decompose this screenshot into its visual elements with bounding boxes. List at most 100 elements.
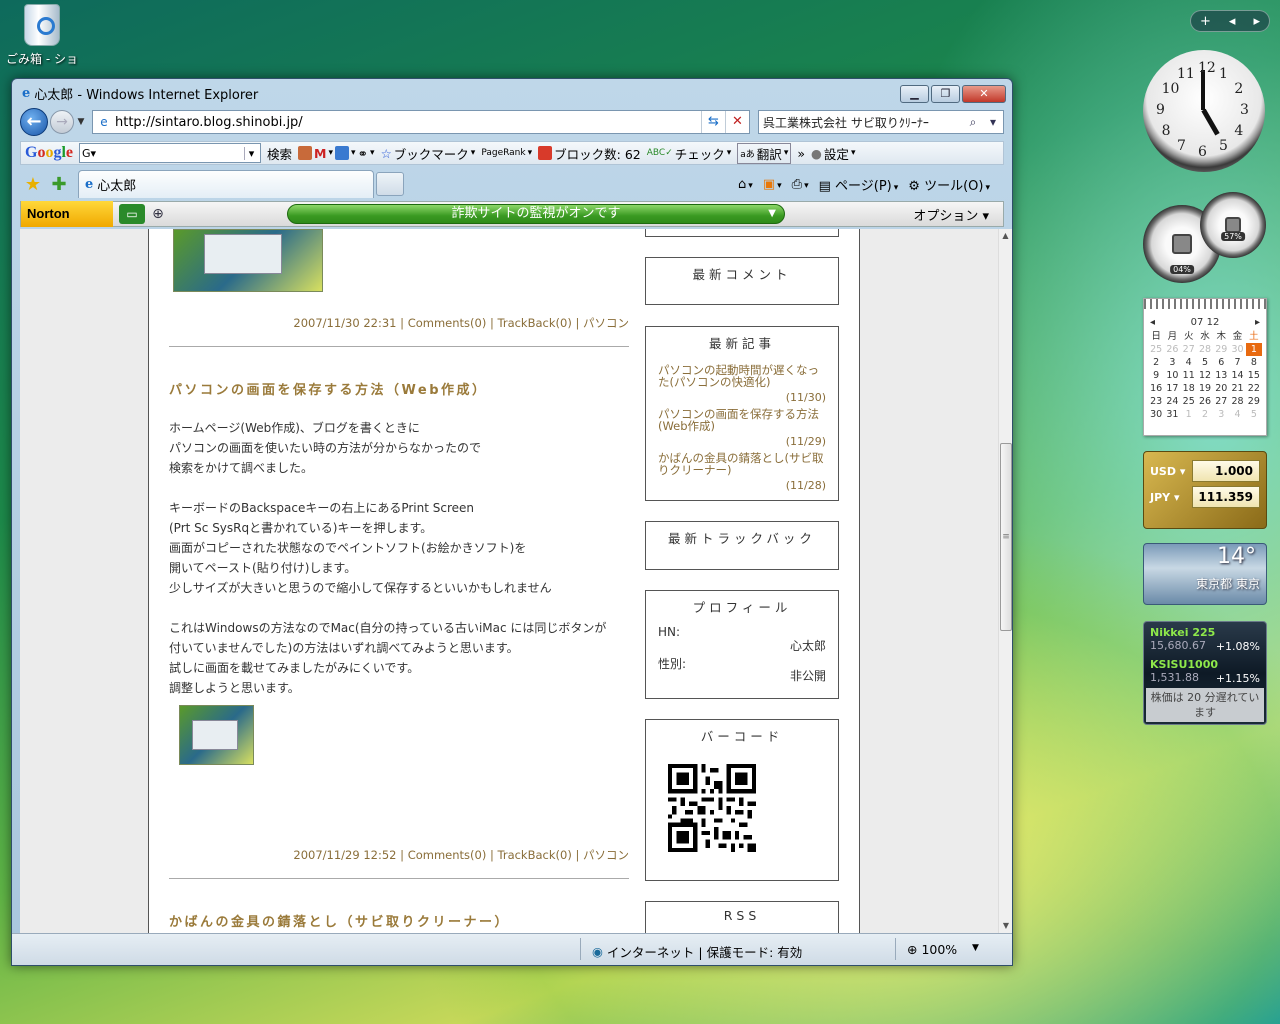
cal-prev-icon[interactable]: ◂ bbox=[1150, 317, 1155, 328]
trackback-link[interactable]: TrackBack(0) bbox=[498, 316, 572, 330]
add-gadget-icon[interactable]: + bbox=[1200, 14, 1211, 29]
search-input[interactable]: 呉工業株式会社 サビ取りｸﾘｰﾅｰ bbox=[763, 114, 963, 131]
cal-day[interactable]: 19 bbox=[1197, 382, 1213, 395]
refresh-button[interactable]: ⇆ bbox=[701, 111, 725, 133]
search-icon[interactable]: ⌕ bbox=[963, 115, 983, 130]
news-icon[interactable] bbox=[298, 146, 313, 160]
tools-menu[interactable]: ⚙ ツール(O) ▾ bbox=[908, 175, 990, 194]
cal-day[interactable]: 28 bbox=[1229, 395, 1245, 408]
cal-day[interactable]: 29 bbox=[1213, 343, 1229, 356]
scroll-thumb[interactable]: ≡ bbox=[1000, 443, 1012, 631]
stocks-gadget[interactable]: Nikkei 225 15,680.67 +1.08% KSISU1000 1,… bbox=[1143, 621, 1267, 725]
cal-day[interactable]: 7 bbox=[1229, 356, 1245, 369]
title-bar[interactable]: e 心太郎 - Windows Internet Explorer bbox=[12, 79, 1012, 107]
cal-day[interactable]: 27 bbox=[1181, 343, 1197, 356]
cal-day[interactable]: 25 bbox=[1181, 395, 1197, 408]
cal-day[interactable]: 9 bbox=[1148, 369, 1164, 382]
cal-day[interactable]: 17 bbox=[1164, 382, 1180, 395]
home-icon[interactable]: ⌂ ▾ bbox=[738, 177, 753, 192]
cal-day[interactable]: 25 bbox=[1148, 343, 1164, 356]
cal-day[interactable]: 6 bbox=[1213, 356, 1229, 369]
zoom-level[interactable]: ⊕ 100% bbox=[907, 942, 957, 957]
scroll-up-icon[interactable]: ▲ bbox=[999, 229, 1012, 243]
cal-day[interactable]: 30 bbox=[1229, 343, 1245, 356]
translate-button[interactable]: aあ 翻訳 ▾ bbox=[737, 142, 792, 164]
currency-value-jpy[interactable]: 111.359 bbox=[1192, 486, 1260, 508]
more-chevron-icon[interactable]: » bbox=[797, 146, 805, 161]
recent-article-link[interactable]: パソコンの画面を保存する方法(Web作成) (11/29) bbox=[658, 408, 826, 448]
globe-icon[interactable]: ⊕ bbox=[147, 204, 169, 224]
sidebar-icon[interactable] bbox=[335, 146, 350, 160]
close-button[interactable]: ✕ bbox=[962, 85, 1006, 103]
comments-link[interactable]: Comments(0) bbox=[408, 316, 487, 330]
toolbar-icons-group[interactable]: M ▾ ▾ ⚭ ▾ bbox=[298, 146, 375, 161]
next-gadget-icon[interactable]: ▸ bbox=[1253, 14, 1260, 29]
cal-day[interactable]: 28 bbox=[1197, 343, 1213, 356]
cal-day[interactable]: 27 bbox=[1213, 395, 1229, 408]
prev-gadget-icon[interactable]: ◂ bbox=[1229, 14, 1236, 29]
cal-day[interactable]: 13 bbox=[1213, 369, 1229, 382]
cal-day[interactable]: 22 bbox=[1246, 382, 1262, 395]
stock-row[interactable]: KSISU1000 1,531.88 +1.15% bbox=[1150, 658, 1260, 685]
category-link[interactable]: パソコン bbox=[583, 316, 629, 330]
cal-day[interactable]: 5 bbox=[1246, 408, 1262, 421]
print-icon[interactable]: ⎙ ▾ bbox=[792, 177, 809, 192]
cal-day[interactable]: 20 bbox=[1213, 382, 1229, 395]
cal-day[interactable]: 15 bbox=[1246, 369, 1262, 382]
back-button[interactable]: ← bbox=[20, 108, 48, 136]
cal-day[interactable]: 14 bbox=[1229, 369, 1245, 382]
google-search-button[interactable]: 検索 bbox=[267, 144, 292, 163]
tab-shintaro[interactable]: e 心太郎 bbox=[78, 170, 374, 198]
cal-day[interactable]: 8 bbox=[1246, 356, 1262, 369]
currency-code-jpy[interactable]: JPY ▾ bbox=[1150, 491, 1192, 504]
weather-gadget[interactable]: 14° 東京都 東京 bbox=[1143, 543, 1267, 605]
link-icon[interactable]: ⚭ bbox=[358, 146, 368, 161]
post-screenshot-image[interactable] bbox=[179, 705, 254, 765]
favorites-center-icon[interactable]: ★ bbox=[20, 174, 46, 195]
cal-day[interactable]: 23 bbox=[1148, 395, 1164, 408]
cal-day[interactable]: 4 bbox=[1181, 356, 1197, 369]
google-logo[interactable]: Google bbox=[25, 144, 73, 162]
security-zone[interactable]: ◉ インターネット | 保護モード: 有効 bbox=[592, 942, 802, 961]
recent-article-link[interactable]: パソコンの起動時間が遅くなった(パソコンの快適化) (11/30) bbox=[658, 364, 826, 404]
qr-code-image[interactable] bbox=[668, 764, 756, 852]
cal-day[interactable]: 26 bbox=[1164, 343, 1180, 356]
cal-day[interactable]: 31 bbox=[1164, 408, 1180, 421]
vertical-scrollbar[interactable]: ▲ ≡ ▼ bbox=[998, 229, 1012, 933]
cal-day[interactable]: 12 bbox=[1197, 369, 1213, 382]
clock-gadget[interactable]: 12 1 2 3 4 5 6 7 8 9 10 11 bbox=[1143, 50, 1265, 172]
cal-day[interactable]: 1 bbox=[1245, 343, 1262, 356]
forward-button[interactable]: → bbox=[50, 110, 74, 134]
norton-safe-status[interactable]: 詐欺サイトの監視がオンです ▼ bbox=[287, 204, 785, 224]
stop-button[interactable]: ✕ bbox=[725, 111, 749, 133]
cal-day[interactable]: 2 bbox=[1197, 408, 1213, 421]
search-options-icon[interactable]: ▾ bbox=[983, 115, 1003, 129]
spellcheck-button[interactable]: ABC✓ チェック ▾ bbox=[647, 144, 732, 163]
currency-value-usd[interactable]: 1.000 bbox=[1192, 460, 1260, 482]
cal-day[interactable]: 11 bbox=[1181, 369, 1197, 382]
live-search-box[interactable]: 呉工業株式会社 サビ取りｸﾘｰﾅｰ ⌕ ▾ bbox=[758, 110, 1004, 134]
cal-day[interactable]: 1 bbox=[1181, 408, 1197, 421]
stock-row[interactable]: Nikkei 225 15,680.67 +1.08% bbox=[1150, 626, 1260, 653]
norton-logo[interactable]: Norton bbox=[21, 201, 113, 227]
cal-day[interactable]: 4 bbox=[1229, 408, 1245, 421]
settings-button[interactable]: ● 設定 ▾ bbox=[811, 144, 855, 163]
google-search-input[interactable]: G▾ ▾ bbox=[79, 143, 262, 163]
page-content[interactable]: 2007/11/30 22:31 | Comments(0) | TrackBa… bbox=[20, 229, 998, 933]
norton-monitor-icon[interactable]: ▭ bbox=[119, 204, 145, 224]
scroll-down-icon[interactable]: ▼ bbox=[999, 919, 1013, 933]
bookmarks-button[interactable]: ☆ ブックマーク ▾ bbox=[381, 144, 476, 163]
zoom-dropdown-icon[interactable]: ▼ bbox=[972, 943, 979, 953]
minimize-button[interactable]: ▁ bbox=[900, 85, 929, 103]
cal-day[interactable]: 30 bbox=[1148, 408, 1164, 421]
gmail-icon[interactable]: M bbox=[314, 146, 326, 161]
currency-gadget[interactable]: USD ▾ 1.000 JPY ▾ 111.359 bbox=[1143, 451, 1267, 529]
sidebar-controls[interactable]: + ◂ ▸ bbox=[1190, 10, 1270, 32]
norton-options-button[interactable]: オプション ▾ bbox=[913, 205, 989, 224]
recent-article-link[interactable]: かばんの金具の錆落とし(サビ取りクリーナー) (11/28) bbox=[658, 452, 826, 492]
history-dropdown-icon[interactable]: ▼ bbox=[74, 117, 88, 127]
rss-feed-icon[interactable]: ▣ ▾ bbox=[763, 177, 782, 192]
address-bar[interactable]: e http://sintaro.blog.shinobi.jp/ ⇆ ✕ bbox=[92, 110, 750, 134]
pagerank-meter[interactable]: PageRank ▾ bbox=[481, 148, 532, 158]
trackback-link[interactable]: TrackBack(0) bbox=[498, 848, 572, 862]
